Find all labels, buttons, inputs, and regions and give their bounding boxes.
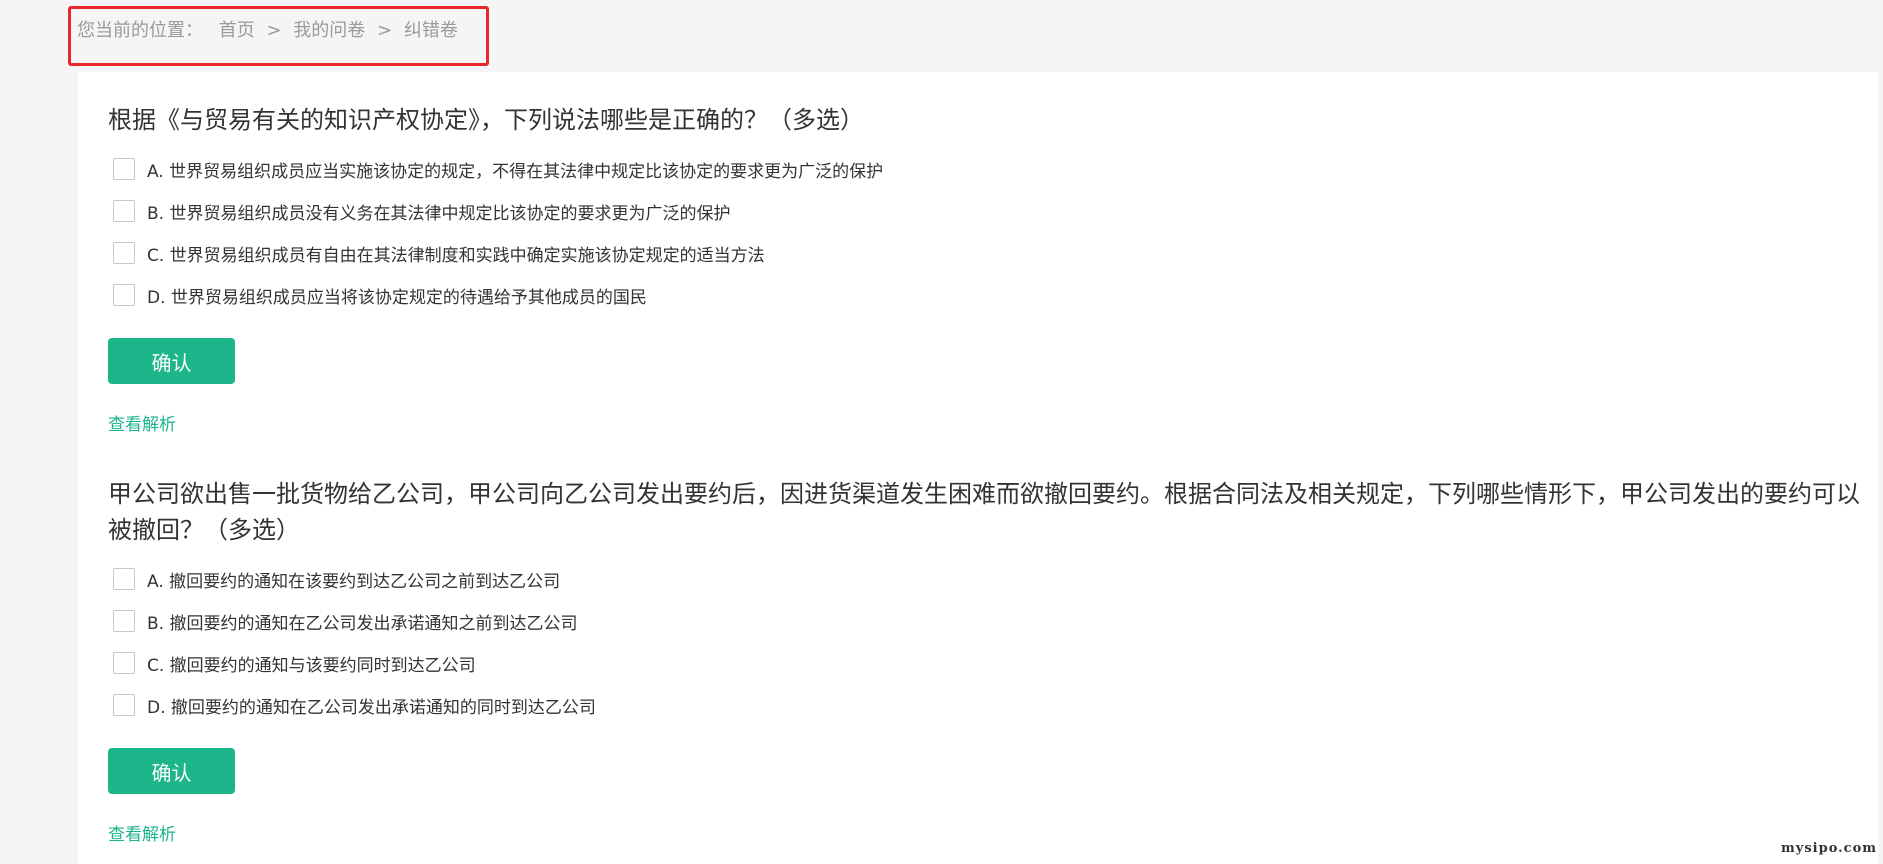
- view-analysis-link[interactable]: 查看解析: [108, 820, 176, 845]
- breadcrumb-current: 纠错卷: [403, 20, 458, 41]
- option-label: D. 世界贸易组织成员应当将该协定规定的待遇给予其他成员的国民: [147, 287, 647, 308]
- option-a[interactable]: A. 撤回要约的通知在该要约到达乙公司之前到达乙公司: [108, 558, 1868, 600]
- checkbox[interactable]: [113, 284, 135, 306]
- checkbox[interactable]: [113, 568, 135, 590]
- question-panel: 根据《与贸易有关的知识产权协定》，下列说法哪些是正确的？（多选） A. 世界贸易…: [78, 72, 1878, 864]
- option-label: D. 撤回要约的通知在乙公司发出承诺通知的同时到达乙公司: [147, 697, 596, 718]
- option-list: A. 世界贸易组织成员应当实施该协定的规定，不得在其法律中规定比该协定的要求更为…: [108, 148, 1868, 316]
- option-c[interactable]: C. 世界贸易组织成员有自由在其法律制度和实践中确定实施该协定规定的适当方法: [108, 232, 1868, 274]
- option-list: A. 撤回要约的通知在该要约到达乙公司之前到达乙公司 B. 撤回要约的通知在乙公…: [108, 558, 1868, 726]
- checkbox[interactable]: [113, 652, 135, 674]
- option-label: C. 撤回要约的通知与该要约同时到达乙公司: [147, 655, 476, 676]
- breadcrumb-my-surveys-link[interactable]: 我的问卷: [293, 20, 365, 41]
- option-c[interactable]: C. 撤回要约的通知与该要约同时到达乙公司: [108, 642, 1868, 684]
- breadcrumb: 您当前的位置： 首页 > 我的问卷 > 纠错卷: [77, 16, 458, 42]
- checkbox[interactable]: [113, 610, 135, 632]
- checkbox[interactable]: [113, 694, 135, 716]
- checkbox[interactable]: [113, 158, 135, 180]
- question-title: 根据《与贸易有关的知识产权协定》，下列说法哪些是正确的？（多选）: [108, 106, 864, 134]
- option-a[interactable]: A. 世界贸易组织成员应当实施该协定的规定，不得在其法律中规定比该协定的要求更为…: [108, 148, 1868, 190]
- confirm-button[interactable]: 确认: [108, 338, 235, 384]
- confirm-button[interactable]: 确认: [108, 748, 235, 794]
- breadcrumb-separator: >: [377, 20, 393, 41]
- breadcrumb-home-link[interactable]: 首页: [219, 20, 255, 41]
- option-b[interactable]: B. 撤回要约的通知在乙公司发出承诺通知之前到达乙公司: [108, 600, 1868, 642]
- option-label: A. 世界贸易组织成员应当实施该协定的规定，不得在其法律中规定比该协定的要求更为…: [147, 161, 884, 182]
- breadcrumb-prefix: 您当前的位置：: [77, 20, 203, 41]
- question-title: 甲公司欲出售一批货物给乙公司，甲公司向乙公司发出要约后，因进货渠道发生困难而欲撤…: [108, 480, 1860, 544]
- option-label: C. 世界贸易组织成员有自由在其法律制度和实践中确定实施该协定规定的适当方法: [147, 245, 765, 266]
- option-label: A. 撤回要约的通知在该要约到达乙公司之前到达乙公司: [147, 571, 561, 592]
- watermark: mysipo.com: [1781, 841, 1877, 856]
- checkbox[interactable]: [113, 200, 135, 222]
- view-analysis-link[interactable]: 查看解析: [108, 410, 176, 435]
- checkbox[interactable]: [113, 242, 135, 264]
- option-label: B. 世界贸易组织成员没有义务在其法律中规定比该协定的要求更为广泛的保护: [147, 203, 731, 224]
- option-d[interactable]: D. 撤回要约的通知在乙公司发出承诺通知的同时到达乙公司: [108, 684, 1868, 726]
- question-2: 甲公司欲出售一批货物给乙公司，甲公司向乙公司发出要约后，因进货渠道发生困难而欲撤…: [108, 476, 1868, 845]
- question-1: 根据《与贸易有关的知识产权协定》，下列说法哪些是正确的？（多选） A. 世界贸易…: [108, 102, 1868, 435]
- breadcrumb-separator: >: [266, 20, 282, 41]
- option-b[interactable]: B. 世界贸易组织成员没有义务在其法律中规定比该协定的要求更为广泛的保护: [108, 190, 1868, 232]
- option-label: B. 撤回要约的通知在乙公司发出承诺通知之前到达乙公司: [147, 613, 578, 634]
- option-d[interactable]: D. 世界贸易组织成员应当将该协定规定的待遇给予其他成员的国民: [108, 274, 1868, 316]
